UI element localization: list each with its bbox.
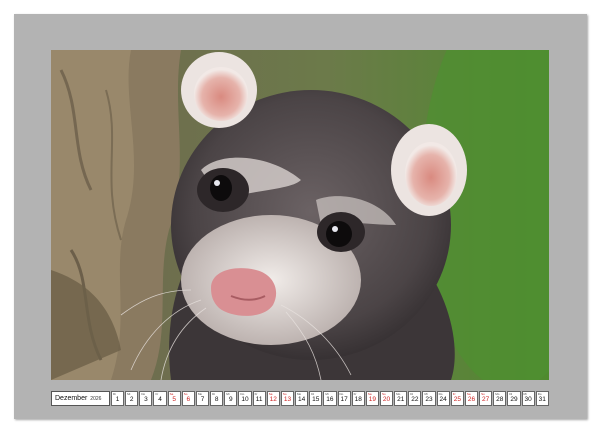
day-number: 21 (397, 396, 405, 403)
day-cells: Di 1 Mi 2 Do 3 Fr 4 Sa 5 So 6 Mo 7 Di 8 Mi 9 Do 10 Fr 11 Sa 12 S… (111, 391, 549, 406)
day-number: 20 (382, 396, 391, 403)
day-cell: Do 10 (238, 391, 252, 406)
day-number: 15 (312, 396, 320, 403)
day-cell: Do 31 (535, 391, 549, 406)
day-cell: Di 1 (111, 391, 125, 406)
day-cell: Sa 12 (266, 391, 280, 406)
day-cell: Mi 2 (125, 391, 139, 406)
day-cell: So 13 (280, 391, 295, 406)
day-number: 29 (510, 396, 518, 403)
day-cell: Fr 4 (153, 391, 167, 406)
day-cell: Do 17 (337, 391, 351, 406)
day-number: 8 (214, 396, 219, 403)
month-name: Dezember (55, 395, 88, 402)
day-number: 5 (172, 396, 177, 403)
day-number: 11 (255, 396, 263, 403)
day-number: 3 (144, 396, 148, 403)
day-number: 4 (158, 396, 162, 403)
day-cell: Mo 21 (394, 391, 408, 406)
day-cell: Sa 5 (167, 391, 181, 406)
day-cell: Do 24 (436, 391, 450, 406)
day-cell: Sa 19 (365, 391, 379, 406)
day-number: 12 (269, 396, 277, 403)
day-number: 10 (241, 396, 249, 403)
day-cell: Mi 30 (521, 391, 535, 406)
day-cell: Mo 28 (493, 391, 507, 406)
day-number: 7 (200, 396, 205, 403)
day-cell: So 20 (379, 391, 394, 406)
nose (211, 268, 277, 316)
day-cell: Di 22 (408, 391, 422, 406)
day-cell: Mo 14 (295, 391, 309, 406)
day-cell: Mi 9 (224, 391, 238, 406)
day-number: 23 (425, 396, 433, 403)
day-number: 24 (439, 396, 447, 403)
day-cell: So 27 (479, 391, 493, 406)
day-cell: Mi 16 (323, 391, 337, 406)
day-number: 22 (411, 396, 419, 403)
month-calendar-strip: Dezember 2026 Di 1 Mi 2 Do 3 Fr 4 Sa 5 So 6 Mo 7 Di 8 Mi… (51, 391, 549, 406)
ferret-photo (51, 50, 549, 380)
month-label-cell: Dezember 2026 (51, 391, 110, 406)
day-cell: Fr 25 (450, 391, 464, 406)
calendar-sheet: Dezember 2026 Di 1 Mi 2 Do 3 Fr 4 Sa 5 So 6 Mo 7 Di 8 Mi… (14, 14, 587, 419)
day-number: 30 (524, 396, 532, 403)
day-number: 13 (283, 396, 292, 403)
day-number: 6 (186, 396, 191, 403)
day-number: 1 (115, 396, 120, 403)
day-cell: Di 29 (507, 391, 521, 406)
day-cell: Mo 7 (195, 391, 210, 406)
day-number: 14 (297, 396, 306, 403)
day-cell: Sa 26 (464, 391, 479, 406)
left-eye (210, 175, 232, 201)
day-cell: Mi 23 (422, 391, 436, 406)
day-number: 25 (453, 396, 461, 403)
year-label: 2026 (90, 395, 102, 402)
day-cell: Do 3 (139, 391, 153, 406)
day-cell: So 6 (181, 391, 195, 406)
day-number: 16 (326, 396, 334, 403)
day-cell: Di 8 (210, 391, 224, 406)
day-number: 19 (368, 396, 376, 403)
day-number: 31 (538, 396, 546, 403)
left-ear (181, 52, 257, 128)
day-number: 17 (340, 396, 348, 403)
day-cell: Fr 11 (252, 391, 266, 406)
right-eye (326, 221, 352, 247)
day-number: 9 (229, 396, 233, 403)
day-number: 2 (129, 396, 134, 403)
day-cell: Di 15 (309, 391, 323, 406)
day-cell: Fr 18 (351, 391, 365, 406)
day-number: 27 (482, 396, 490, 403)
day-number: 28 (496, 396, 504, 403)
day-number: 18 (354, 396, 362, 403)
ferret-illustration (51, 50, 549, 380)
day-number: 26 (467, 396, 476, 403)
right-ear (391, 124, 467, 216)
